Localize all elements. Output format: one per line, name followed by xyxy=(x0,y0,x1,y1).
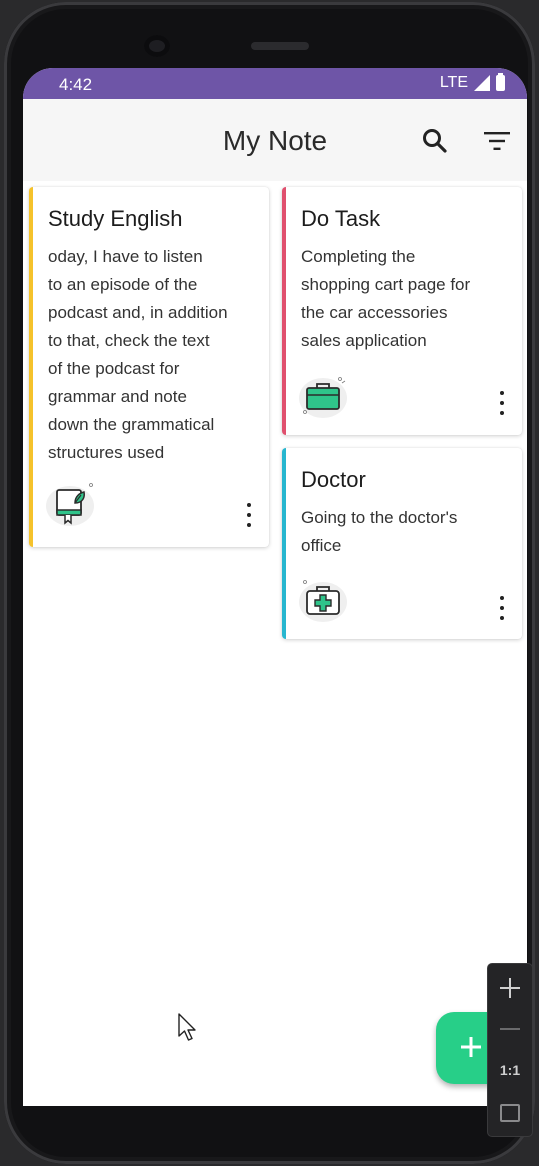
book-leaf-icon xyxy=(46,483,94,526)
search-icon[interactable] xyxy=(421,127,449,155)
home-indicator[interactable] xyxy=(183,1022,323,1027)
note-title: Study English xyxy=(48,206,183,231)
note-body-line: of the podcast for xyxy=(48,359,180,378)
more-options-icon[interactable] xyxy=(246,503,252,531)
note-color-stripe xyxy=(29,187,33,547)
more-options-icon[interactable] xyxy=(499,596,505,624)
page-title: My Note xyxy=(222,125,328,156)
filter-icon[interactable] xyxy=(483,129,511,153)
status-indicators: LTE xyxy=(439,73,505,92)
note-body: Completing the shopping cart page for th… xyxy=(301,243,470,355)
more-options-icon[interactable] xyxy=(499,391,505,419)
note-title: Do Task xyxy=(301,206,381,231)
note-body-line: podcast and, in addition xyxy=(48,303,228,322)
briefcase-icon xyxy=(299,377,347,418)
note-title: Doctor xyxy=(301,467,366,492)
front-camera xyxy=(144,35,170,57)
status-bar: 4:42 LTE xyxy=(23,68,527,99)
note-body-line: Going to the doctor's xyxy=(301,508,458,527)
note-body-line: Completing the xyxy=(301,247,416,266)
mouse-cursor-icon xyxy=(178,1013,196,1041)
note-body-line: down the grammatical xyxy=(48,415,215,434)
zoom-fit-icon[interactable] xyxy=(500,1104,520,1122)
note-color-stripe xyxy=(282,448,286,639)
note-body: oday, I have to listen to an episode of … xyxy=(48,243,228,467)
note-body-line: grammar and note xyxy=(48,387,187,406)
note-body-line: the car accessories xyxy=(301,303,448,322)
plus-icon xyxy=(461,1037,481,1057)
battery-icon xyxy=(496,73,505,91)
note-body-line: sales application xyxy=(301,331,427,350)
emulator-zoom-panel: 1:1 xyxy=(488,964,532,1136)
note-body-line: oday, I have to listen xyxy=(48,247,203,266)
note-card-study-english[interactable]: Study English oday, I have to listen to … xyxy=(29,187,269,547)
zoom-reset-button[interactable]: 1:1 xyxy=(488,1062,532,1078)
note-color-stripe xyxy=(282,187,286,435)
zoom-in-icon[interactable] xyxy=(498,976,522,1000)
note-body-line: to an episode of the xyxy=(48,275,198,294)
zoom-out-icon[interactable] xyxy=(500,1028,520,1030)
network-type: LTE xyxy=(439,74,468,91)
note-card-do-task[interactable]: Do Task Completing the shopping cart pag… xyxy=(282,187,522,435)
signal-icon xyxy=(474,75,490,91)
note-body: Going to the doctor's office xyxy=(301,504,457,560)
note-body-line: to that, check the text xyxy=(48,331,210,350)
note-body-line: structures used xyxy=(48,443,165,462)
app-bar: My Note xyxy=(23,99,527,181)
device-screen: 4:42 LTE My Note Study English oday, I h… xyxy=(23,68,527,1106)
status-time: 4:42 xyxy=(59,75,93,94)
note-card-doctor[interactable]: Doctor Going to the doctor's office xyxy=(282,448,522,639)
medical-kit-icon xyxy=(299,580,347,622)
earpiece-speaker xyxy=(251,42,309,50)
note-body-line: office xyxy=(301,536,342,555)
note-body-line: shopping cart page for xyxy=(301,275,471,294)
